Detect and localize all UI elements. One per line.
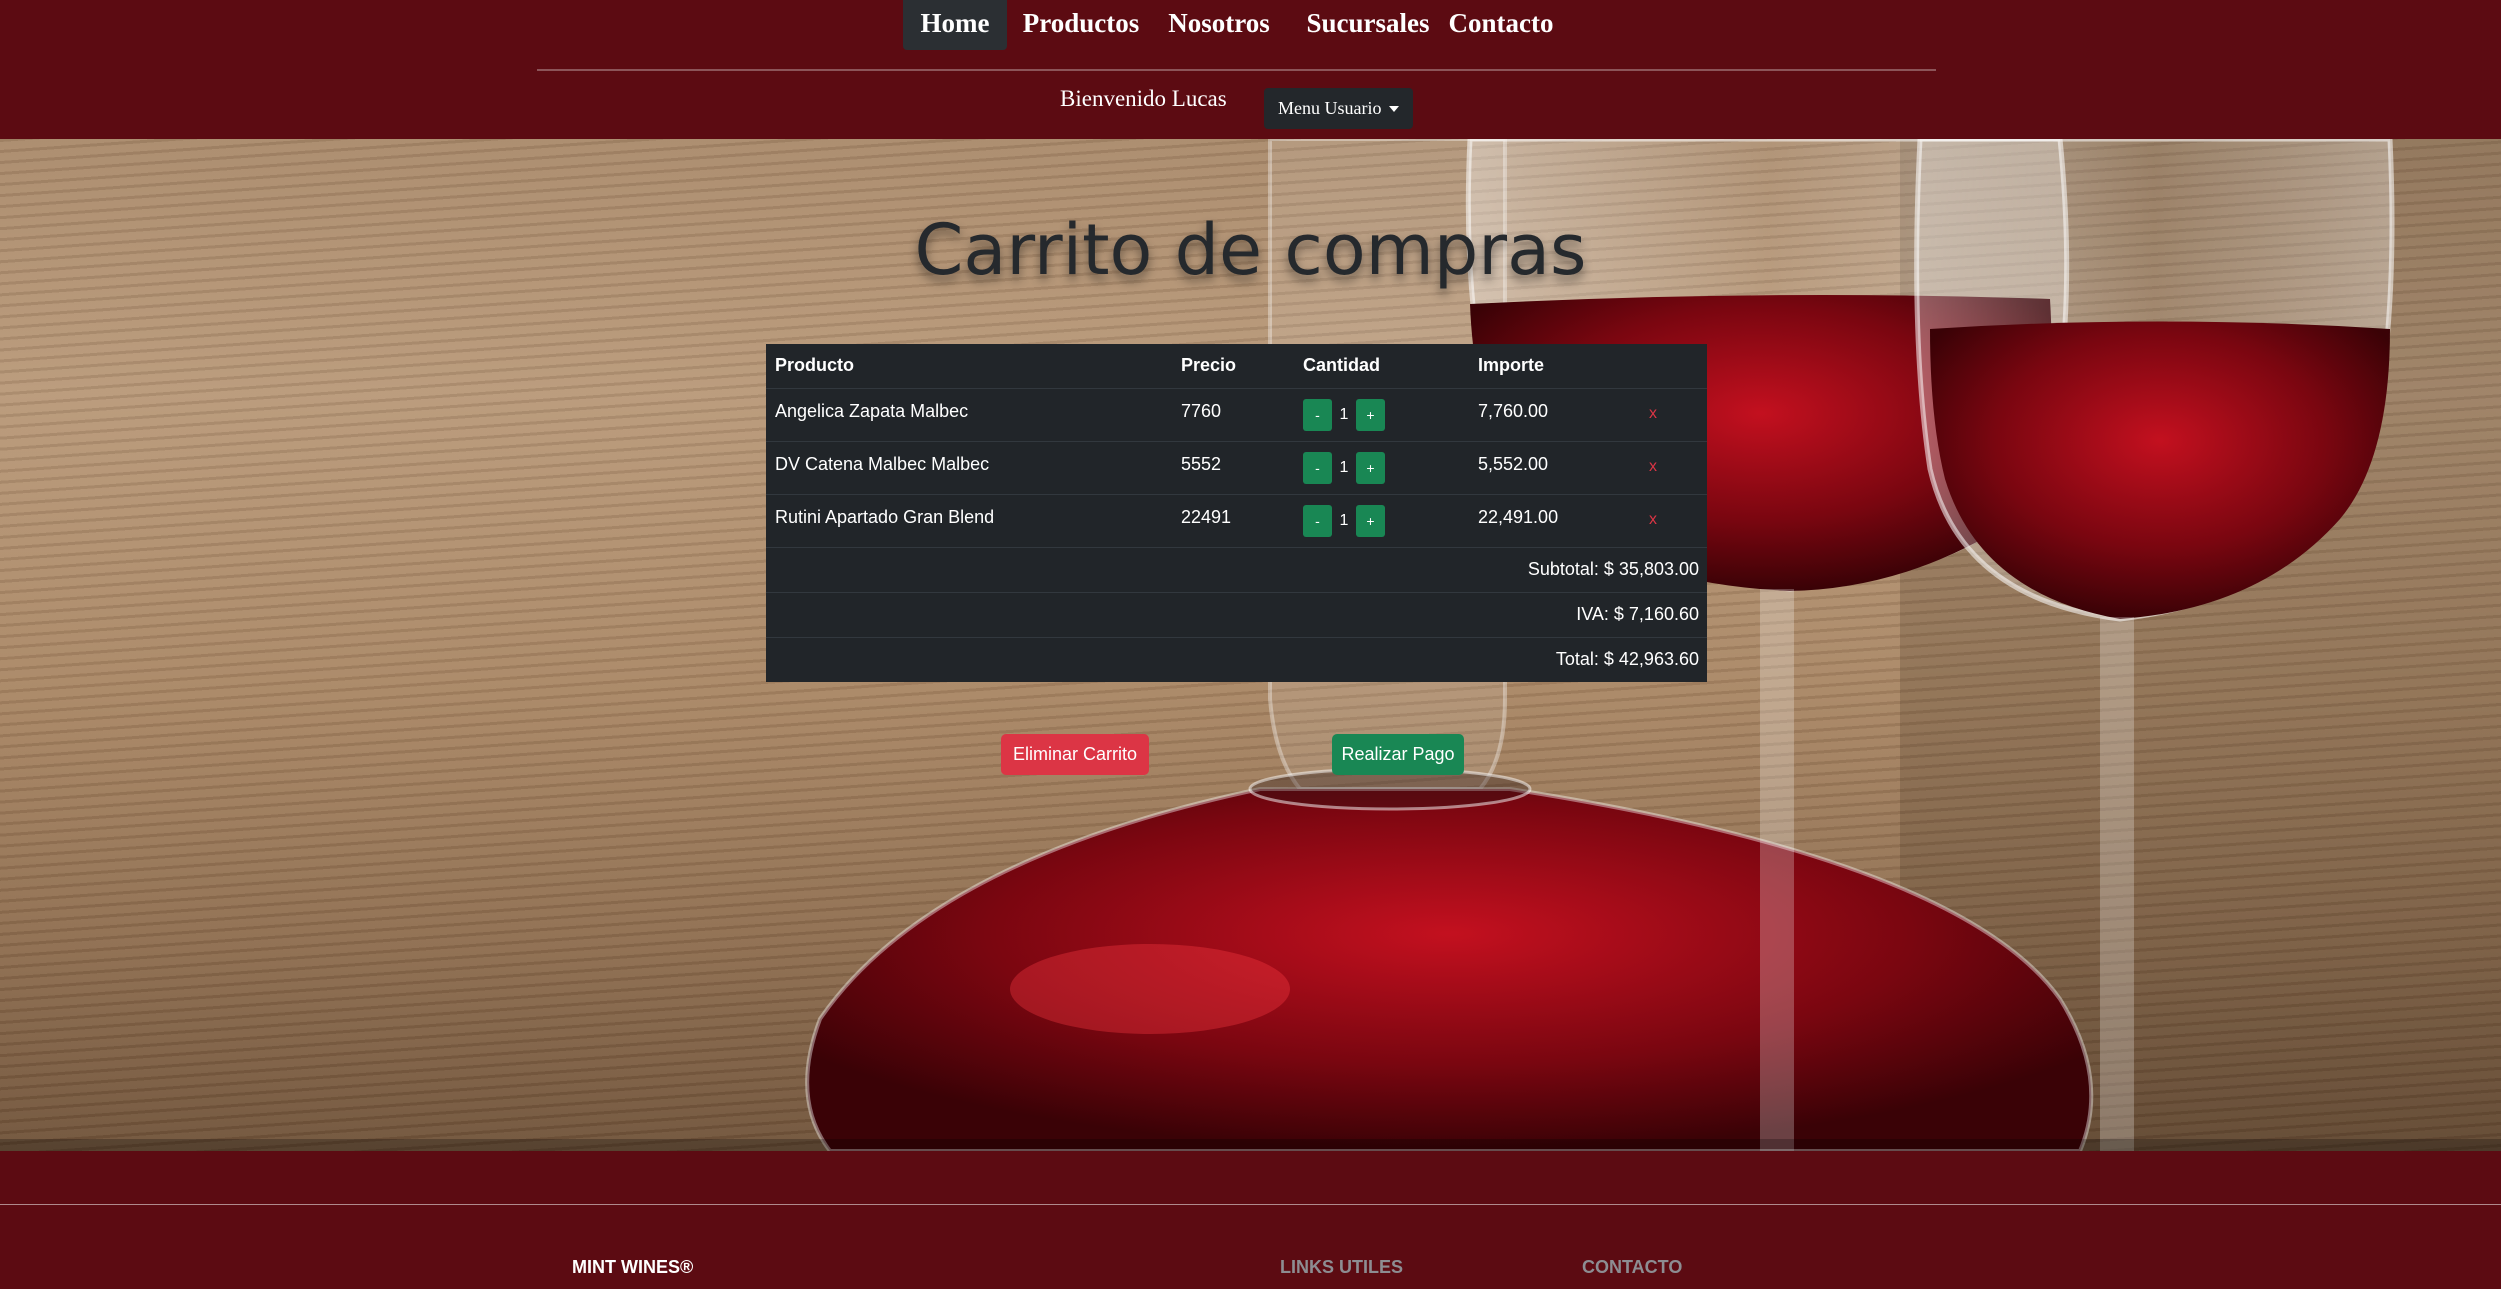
iva-value: IVA: $ 7,160.60 bbox=[1576, 604, 1699, 624]
quantity-stepper: - 1 + bbox=[1303, 399, 1385, 431]
footer-divider bbox=[0, 1204, 2501, 1205]
pay-button[interactable]: Realizar Pago bbox=[1332, 734, 1464, 775]
subtotal-value: Subtotal: $ 35,803.00 bbox=[1527, 559, 1699, 579]
decrement-button[interactable]: - bbox=[1303, 505, 1332, 537]
header-amount: Importe bbox=[1478, 355, 1545, 375]
remove-item-button[interactable]: x bbox=[1649, 405, 1657, 423]
nav-item-productos[interactable]: Productos bbox=[1018, 0, 1144, 50]
welcome-message: Bienvenido Lucas bbox=[1060, 86, 1227, 111]
footer-contact-heading: CONTACTO bbox=[1582, 1257, 1683, 1277]
quantity-stepper: - 1 + bbox=[1303, 505, 1385, 537]
remove-item-button[interactable]: x bbox=[1649, 458, 1657, 476]
site-footer: MINT WINES® LINKS UTILES CONTACTO bbox=[0, 1151, 2501, 1289]
product-price: 22491 bbox=[1181, 507, 1232, 527]
total-value: Total: $ 42,963.60 bbox=[1555, 649, 1699, 669]
header-quantity: Cantidad bbox=[1303, 355, 1381, 375]
product-price: 7760 bbox=[1181, 401, 1222, 421]
quantity-stepper: - 1 + bbox=[1303, 452, 1385, 484]
quantity-value: 1 bbox=[1339, 459, 1349, 476]
increment-button[interactable]: + bbox=[1356, 399, 1385, 431]
subtotal-row: Subtotal: $ 35,803.00 bbox=[766, 547, 1707, 592]
increment-button[interactable]: + bbox=[1356, 452, 1385, 484]
footer-brand: MINT WINES® bbox=[572, 1257, 694, 1277]
total-row: Total: $ 42,963.60 bbox=[766, 637, 1707, 682]
nav-item-contacto[interactable]: Contacto bbox=[1446, 0, 1556, 50]
product-amount: 7,760.00 bbox=[1478, 401, 1549, 421]
header-product: Producto bbox=[775, 355, 854, 375]
site-header: Home Productos Nosotros Sucursales Conta… bbox=[0, 0, 2501, 139]
quantity-value: 1 bbox=[1339, 406, 1349, 423]
remove-item-button[interactable]: x bbox=[1649, 511, 1657, 529]
user-menu-button[interactable]: Menu Usuario bbox=[1264, 88, 1413, 129]
increment-button[interactable]: + bbox=[1356, 505, 1385, 537]
hero-section: Carrito de compras Producto Precio Canti… bbox=[0, 139, 2501, 1151]
quantity-value: 1 bbox=[1339, 512, 1349, 529]
nav-item-sucursales[interactable]: Sucursales bbox=[1300, 0, 1436, 50]
cart-table: Producto Precio Cantidad Importe Angelic… bbox=[766, 344, 1707, 682]
cart-table-header: Producto Precio Cantidad Importe bbox=[766, 344, 1707, 388]
table-row: Rutini Apartado Gran Blend 22491 - 1 + 2… bbox=[766, 494, 1707, 547]
product-name: Angelica Zapata Malbec bbox=[775, 401, 969, 421]
product-name: DV Catena Malbec Malbec bbox=[775, 454, 990, 474]
product-name: Rutini Apartado Gran Blend bbox=[775, 507, 995, 527]
product-amount: 5,552.00 bbox=[1478, 454, 1549, 474]
page-title: Carrito de compras bbox=[914, 209, 1587, 291]
decrement-button[interactable]: - bbox=[1303, 452, 1332, 484]
table-row: Angelica Zapata Malbec 7760 - 1 + 7,760.… bbox=[766, 388, 1707, 441]
decrement-button[interactable]: - bbox=[1303, 399, 1332, 431]
header-price: Precio bbox=[1181, 355, 1237, 375]
nav-divider bbox=[537, 69, 1936, 71]
empty-cart-button[interactable]: Eliminar Carrito bbox=[1001, 734, 1149, 775]
footer-links-heading: LINKS UTILES bbox=[1280, 1257, 1404, 1277]
nav-item-home[interactable]: Home bbox=[903, 0, 1007, 50]
product-amount: 22,491.00 bbox=[1478, 507, 1559, 527]
user-menu-label: Menu Usuario bbox=[1278, 98, 1382, 118]
nav-item-nosotros[interactable]: Nosotros bbox=[1163, 0, 1275, 50]
iva-row: IVA: $ 7,160.60 bbox=[766, 592, 1707, 637]
caret-down-icon bbox=[1389, 106, 1399, 112]
table-row: DV Catena Malbec Malbec 5552 - 1 + 5,552… bbox=[766, 441, 1707, 494]
product-price: 5552 bbox=[1181, 454, 1222, 474]
